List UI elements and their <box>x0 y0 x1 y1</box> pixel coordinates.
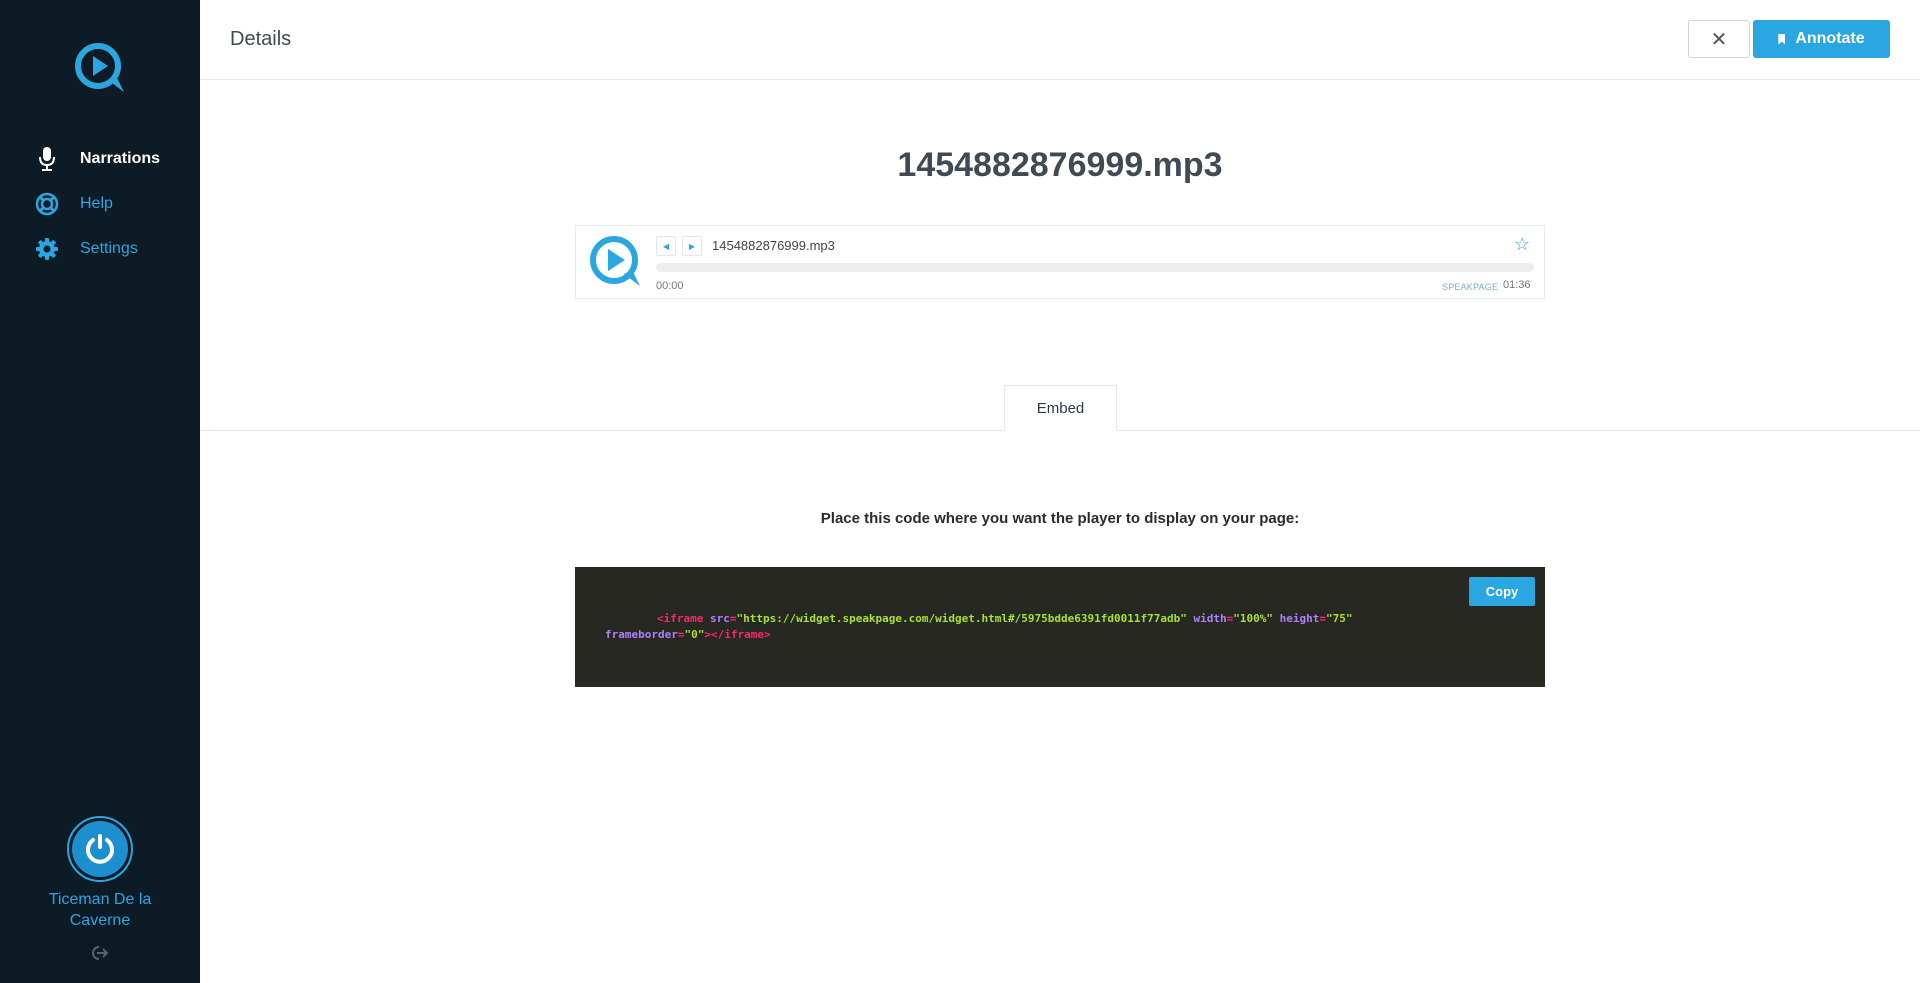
embed-instructions: Place this code where you want the playe… <box>820 510 1300 527</box>
tab-embed[interactable]: Embed <box>1004 385 1117 431</box>
power-icon <box>72 821 128 877</box>
sidebar-nav: Narrations Help Settings <box>0 136 200 271</box>
star-icon[interactable]: ☆ <box>1514 234 1530 255</box>
avatar[interactable] <box>67 816 133 882</box>
sidebar-item-label: Settings <box>80 239 138 257</box>
close-button[interactable]: ✕ <box>1688 20 1750 58</box>
bookmark-icon <box>1778 33 1786 45</box>
sidebar-item-label: Narrations <box>80 149 161 167</box>
duration: 01:36 <box>1503 279 1531 291</box>
code-token: "100%" <box>1233 612 1273 625</box>
code-token: "75" <box>1325 612 1353 625</box>
code-token: "0" <box>684 628 705 641</box>
logout-icon[interactable] <box>90 943 110 963</box>
rewind-button[interactable]: ◀ <box>656 236 676 256</box>
close-icon: ✕ <box>1710 28 1728 51</box>
code-token: width <box>1193 612 1227 625</box>
code-token: height <box>1279 612 1320 625</box>
sidebar-item-settings[interactable]: Settings <box>0 226 200 271</box>
page-title: Details <box>230 28 292 50</box>
gear-icon <box>34 236 60 262</box>
header: Details ✕ Annotate <box>200 0 1920 80</box>
sidebar: Narrations Help Settings Ticeman De la C… <box>0 0 200 983</box>
speakpage-logo-icon[interactable] <box>72 40 128 96</box>
previous-icon: ◀ <box>662 241 670 251</box>
code-token: = <box>1319 612 1326 625</box>
code-token: "https://widget.speakpage.com/widget.htm… <box>736 612 1187 625</box>
annotate-button[interactable]: Annotate <box>1753 20 1890 58</box>
copy-button[interactable]: Copy <box>1469 577 1535 606</box>
user-name: Ticeman De la Caverne <box>0 889 200 931</box>
play-icon[interactable] <box>588 234 644 290</box>
current-time: 00:00 <box>656 280 684 292</box>
brand-link[interactable]: SPEAKPAGE <box>1442 282 1498 292</box>
embed-code[interactable]: <iframe src = "https://widget.speakpage.co… <box>605 611 1445 643</box>
code-token: ></iframe> <box>704 628 771 641</box>
code-token: frameborder <box>605 628 678 641</box>
progress-bar[interactable] <box>656 263 1534 272</box>
code-token: src <box>709 612 730 625</box>
user-name-line1: Ticeman De la <box>48 891 152 908</box>
annotate-label: Annotate <box>1795 30 1865 47</box>
file-title: 1454882876999.mp3 <box>897 146 1223 184</box>
code-token: <iframe <box>657 612 704 625</box>
audio-player: ◀ ▶ 1454882876999.mp3 ☆ 00:00 SPEAKPAGE … <box>575 225 1545 299</box>
sidebar-item-help[interactable]: Help <box>0 181 200 226</box>
microphone-icon <box>34 146 60 172</box>
track-name: 1454882876999.mp3 <box>712 238 835 253</box>
sidebar-item-narrations[interactable]: Narrations <box>0 136 200 181</box>
sidebar-item-label: Help <box>80 194 113 212</box>
lifebuoy-icon <box>34 191 60 217</box>
next-icon: ▶ <box>688 241 696 251</box>
app-window: Narrations Help Settings Ticeman De la C… <box>0 0 1920 983</box>
forward-button[interactable]: ▶ <box>682 236 702 256</box>
user-name-line2: Caverne <box>69 912 131 929</box>
code-block: Copy <iframe src = "https://widget.speakpa… <box>575 567 1545 687</box>
